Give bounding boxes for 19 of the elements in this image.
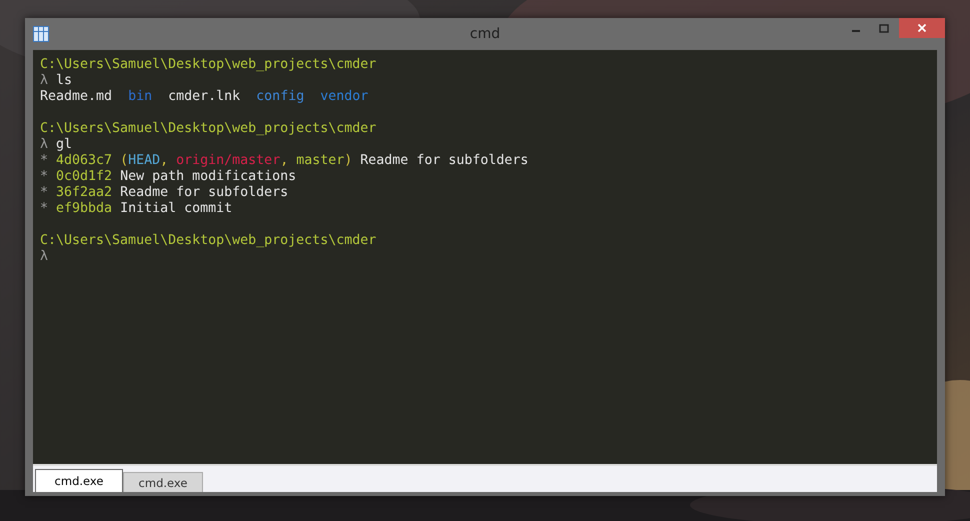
window-title: cmd	[468, 26, 502, 42]
restore-icon	[879, 23, 889, 33]
window-icon	[33, 26, 49, 42]
terminal-line: C:\Users\Samuel\Desktop\web_projects\cmder	[40, 233, 376, 249]
tab[interactable]: cmd.exe	[35, 469, 123, 492]
terminal-line: λ ls	[40, 73, 72, 89]
terminal-line: * 36f2aa2 Readme for subfolders	[40, 185, 288, 201]
terminal-line: C:\Users\Samuel\Desktop\web_projects\cmder	[40, 57, 376, 73]
terminal-line: λ gl	[40, 137, 72, 153]
terminal-line: * 4d063c7 (HEAD, origin/master, master) Readme for subfolders	[40, 153, 528, 169]
minimize-icon	[852, 30, 860, 32]
close-button[interactable]	[899, 18, 945, 38]
terminal-line: * ef9bbda Initial commit	[40, 201, 232, 217]
tab[interactable]: cmd.exe	[123, 472, 203, 492]
close-icon	[917, 23, 927, 33]
terminal-line: λ	[40, 249, 48, 265]
terminal-line: Readme.md bin cmder.lnk config vendor	[40, 89, 368, 105]
terminal-line: C:\Users\Samuel\Desktop\web_projects\cmder	[40, 121, 376, 137]
terminal-line: * 0c0d1f2 New path modifications	[40, 169, 296, 185]
